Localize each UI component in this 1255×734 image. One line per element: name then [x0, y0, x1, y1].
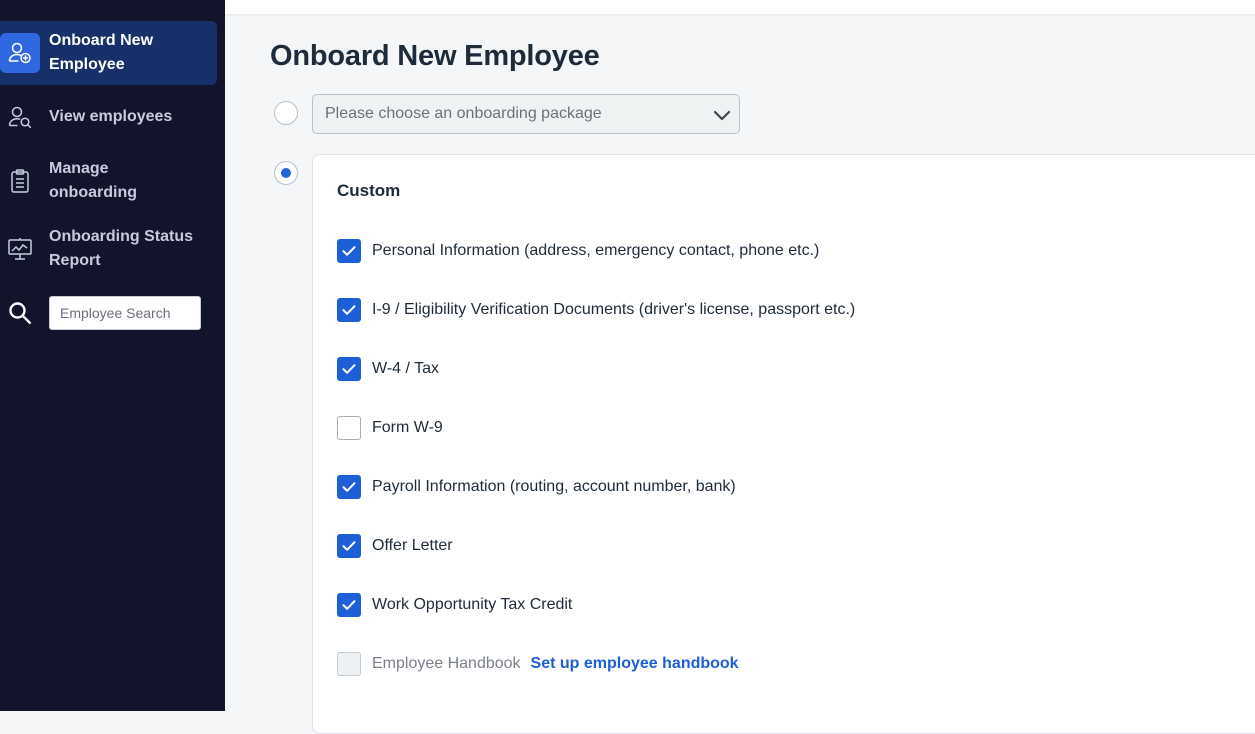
package-radio[interactable]	[274, 101, 298, 125]
option-label: Form W-9	[372, 419, 443, 436]
sidebar-item-manage-onboarding[interactable]: Manage onboarding	[0, 157, 217, 205]
sidebar: Onboard New Employee View employees Mana…	[0, 0, 225, 711]
user-search-icon	[0, 97, 40, 137]
option-label: Offer Letter	[372, 537, 453, 554]
work-opportunity-tax-credit-checkbox[interactable]	[337, 593, 361, 617]
custom-radio[interactable]	[274, 161, 298, 185]
clipboard-icon	[0, 161, 40, 201]
option-employee-handbook: Employee Handbook Set up employee handbo…	[337, 652, 739, 676]
employee-search	[0, 296, 225, 330]
sidebar-item-onboarding-status-report[interactable]: Onboarding Status Report	[0, 225, 217, 273]
page-title: Onboard New Employee	[270, 40, 600, 72]
option-payroll-information: Payroll Information (routing, account nu…	[337, 475, 736, 499]
option-label: Work Opportunity Tax Credit	[372, 596, 573, 613]
option-label: I-9 / Eligibility Verification Documents…	[372, 301, 856, 318]
option-label: W-4 / Tax	[372, 360, 439, 377]
w4-tax-checkbox[interactable]	[337, 357, 361, 381]
set-up-employee-handbook-link[interactable]: Set up employee handbook	[531, 655, 739, 673]
sidebar-item-onboard-new-employee[interactable]: Onboard New Employee	[0, 21, 217, 85]
custom-title: Custom	[337, 181, 401, 200]
option-i9-eligibility: I-9 / Eligibility Verification Documents…	[337, 298, 855, 322]
sidebar-item-label: Onboard New Employee	[49, 32, 154, 73]
option-label: Personal Information (address, emergency…	[372, 242, 820, 259]
employee-handbook-checkbox	[337, 652, 361, 676]
sidebar-item-label: Onboarding Status Report	[49, 228, 193, 269]
checkmark-icon	[342, 600, 356, 610]
checkmark-icon	[342, 482, 356, 492]
sidebar-item-view-employees[interactable]: View employees	[0, 97, 217, 137]
personal-information-checkbox[interactable]	[337, 239, 361, 263]
i9-eligibility-checkbox[interactable]	[337, 298, 361, 322]
checkmark-icon	[342, 246, 356, 256]
option-personal-information: Personal Information (address, emergency…	[337, 239, 819, 263]
checkmark-icon	[342, 364, 356, 374]
option-offer-letter: Offer Letter	[337, 534, 453, 558]
search-icon[interactable]	[0, 296, 40, 330]
option-work-opportunity-tax-credit: Work Opportunity Tax Credit	[337, 593, 572, 617]
option-label: Employee Handbook	[372, 655, 521, 672]
offer-letter-checkbox[interactable]	[337, 534, 361, 558]
checkmark-icon	[342, 541, 356, 551]
chart-board-icon	[0, 229, 40, 269]
payroll-information-checkbox[interactable]	[337, 475, 361, 499]
add-user-icon	[0, 33, 40, 73]
top-bar	[225, 0, 1255, 14]
sidebar-item-label: Manage onboarding	[49, 160, 137, 201]
employee-search-input[interactable]	[49, 296, 201, 330]
option-w4-tax: W-4 / Tax	[337, 357, 439, 381]
sidebar-item-label: View employees	[49, 108, 173, 125]
chevron-down-icon	[711, 104, 733, 131]
package-select-placeholder: Please choose an onboarding package	[325, 105, 602, 122]
checkmark-icon	[342, 305, 356, 315]
option-label: Payroll Information (routing, account nu…	[372, 478, 736, 495]
form-w9-checkbox[interactable]	[337, 416, 361, 440]
option-form-w9: Form W-9	[337, 416, 443, 440]
onboarding-package-select[interactable]: Please choose an onboarding package	[312, 94, 740, 134]
